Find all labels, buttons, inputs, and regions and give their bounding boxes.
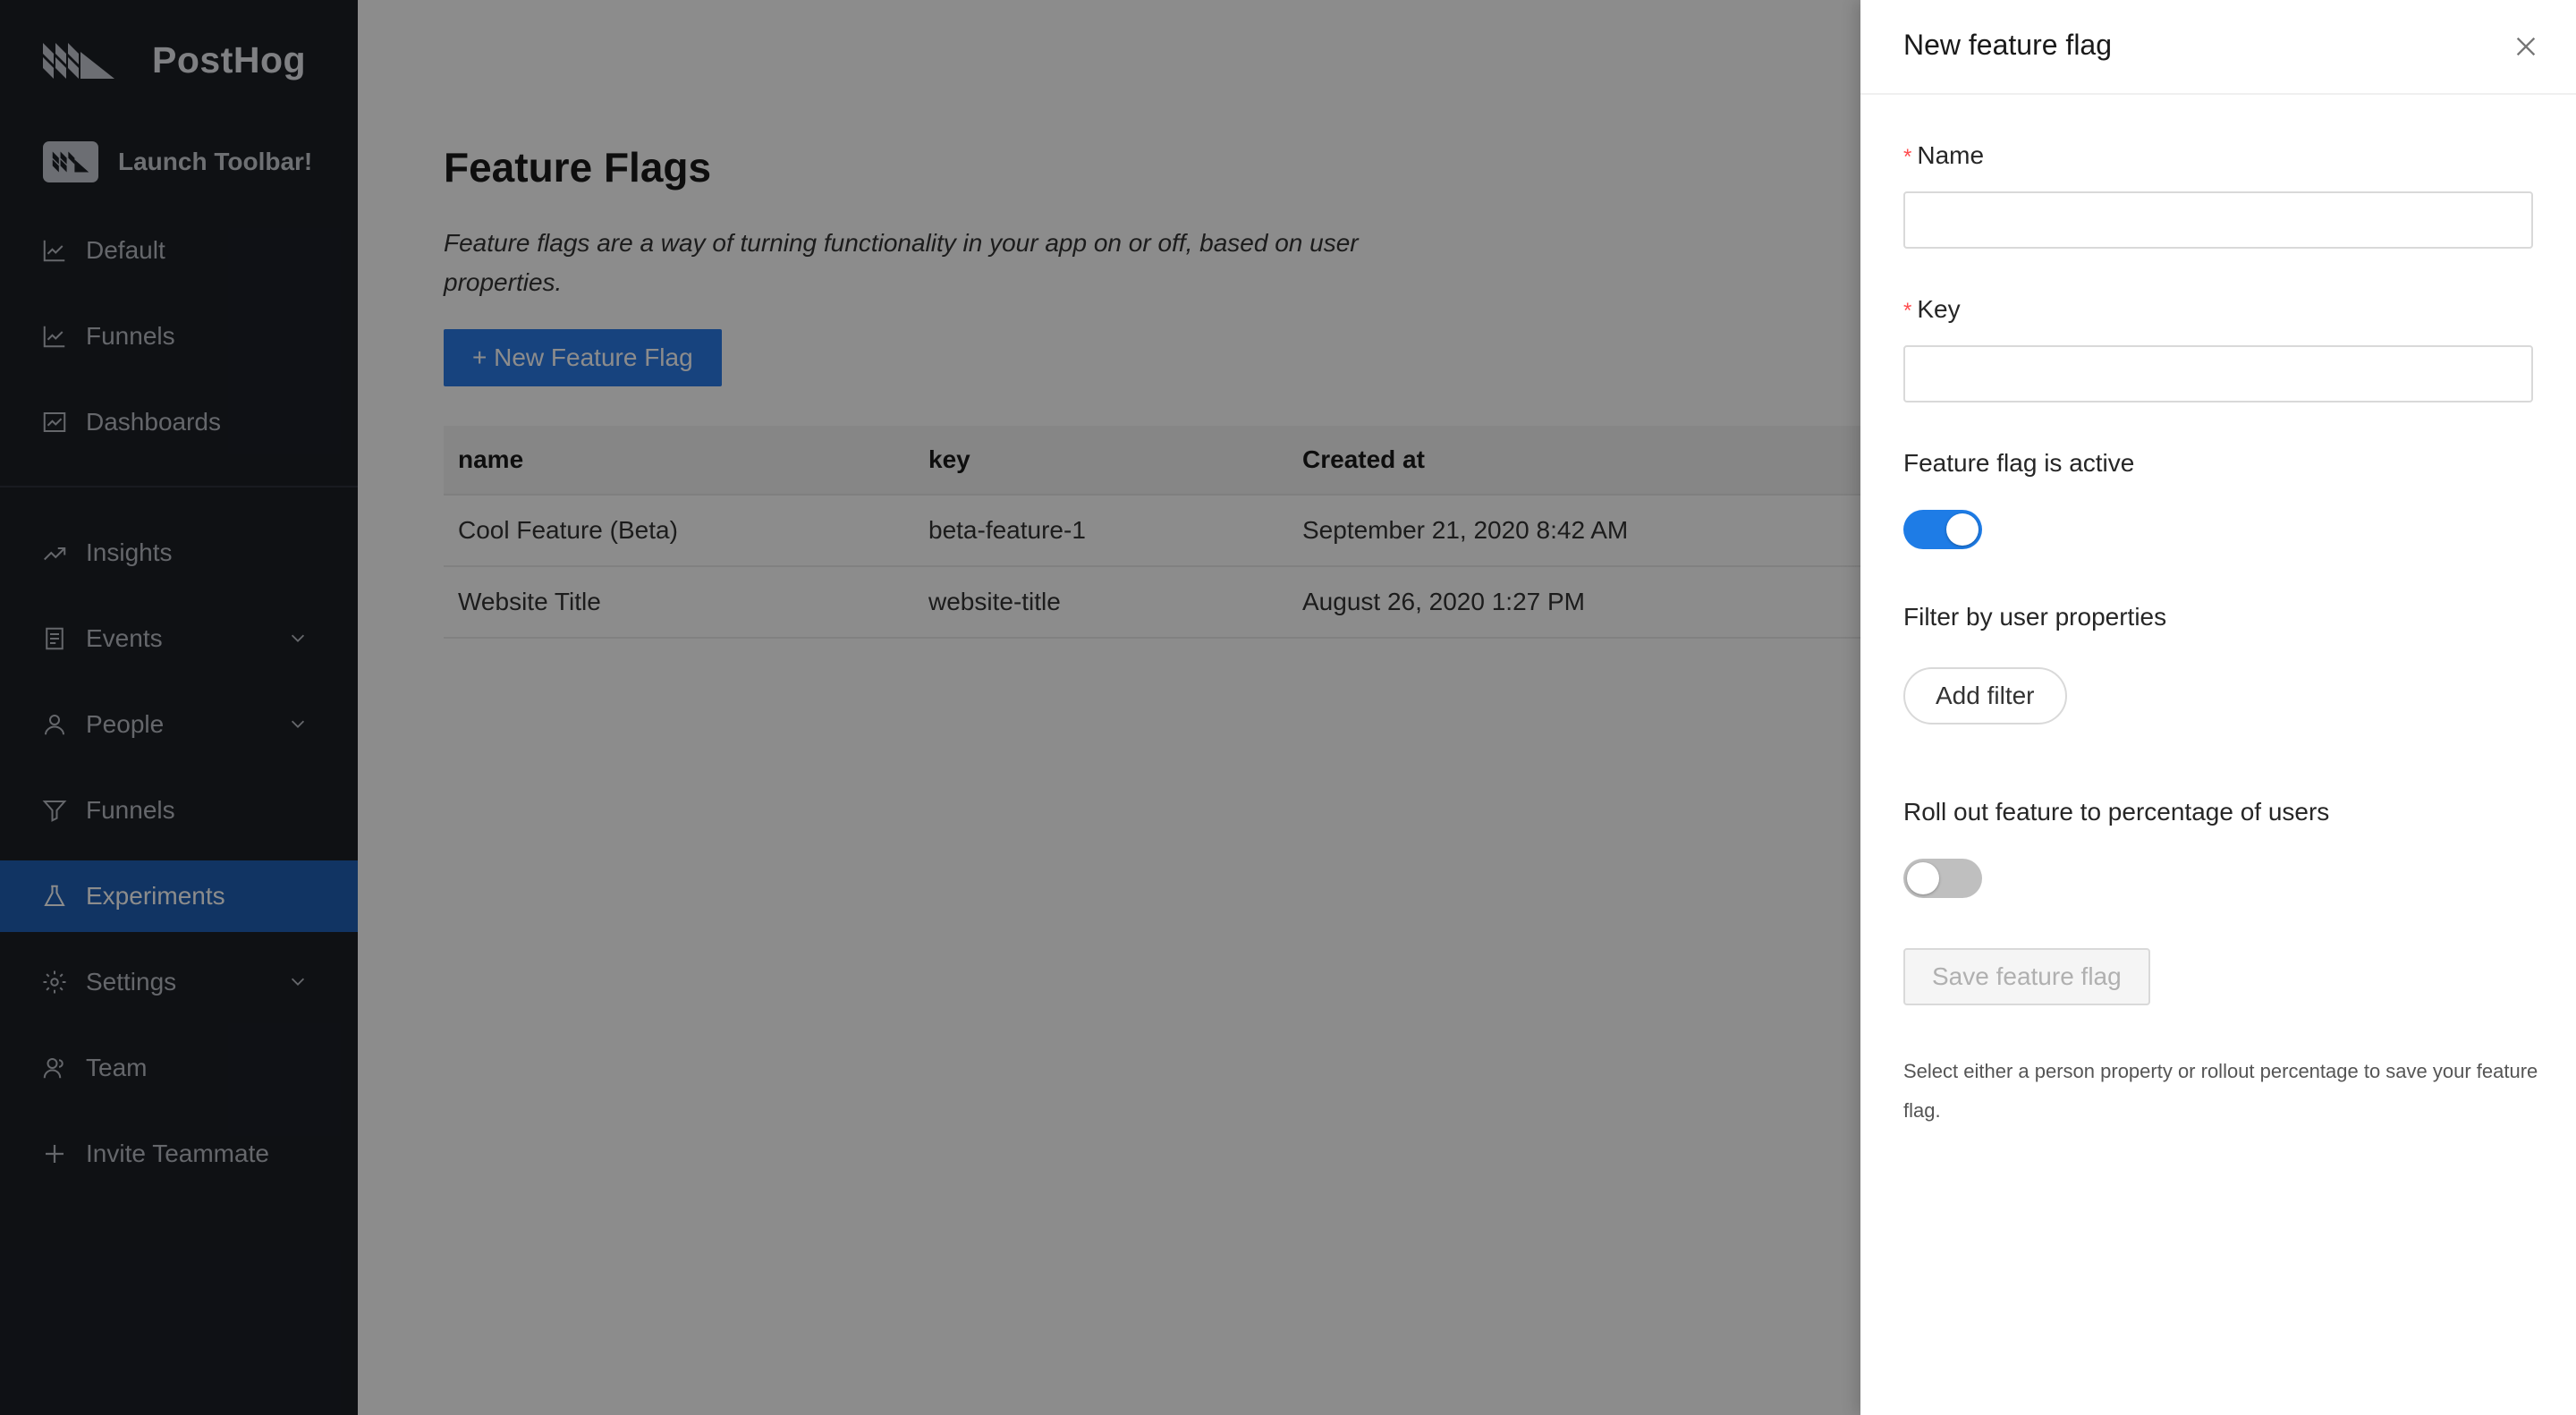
save-help-text: Select either a person property or rollo…: [1903, 1060, 2538, 1122]
close-icon[interactable]: [2512, 32, 2540, 61]
toggle-knob: [1946, 513, 1979, 546]
key-input[interactable]: [1903, 345, 2533, 402]
drawer-header: New feature flag: [1860, 0, 2576, 95]
key-field-label: * Key: [1903, 295, 1961, 323]
drawer-title: New feature flag: [1903, 29, 2113, 61]
new-feature-flag-drawer: New feature flag * Name * Key Feature flag…: [1860, 0, 2576, 1415]
drawer-backdrop[interactable]: [0, 0, 1860, 1415]
save-feature-flag-button[interactable]: Save feature flag: [1903, 948, 2150, 1005]
required-asterisk: *: [1903, 299, 1912, 323]
rollout-toggle[interactable]: [1903, 859, 1982, 898]
name-field-label: * Name: [1903, 141, 1985, 169]
active-field-label: Feature flag is active: [1903, 449, 2135, 477]
active-toggle[interactable]: [1903, 510, 1982, 549]
filter-field-label: Filter by user properties: [1903, 603, 2167, 631]
toggle-knob: [1907, 862, 1939, 894]
required-asterisk: *: [1903, 145, 1912, 169]
name-input[interactable]: [1903, 191, 2533, 249]
rollout-field-label: Roll out feature to percentage of users: [1903, 798, 2330, 826]
add-filter-button[interactable]: Add filter: [1903, 667, 2067, 724]
